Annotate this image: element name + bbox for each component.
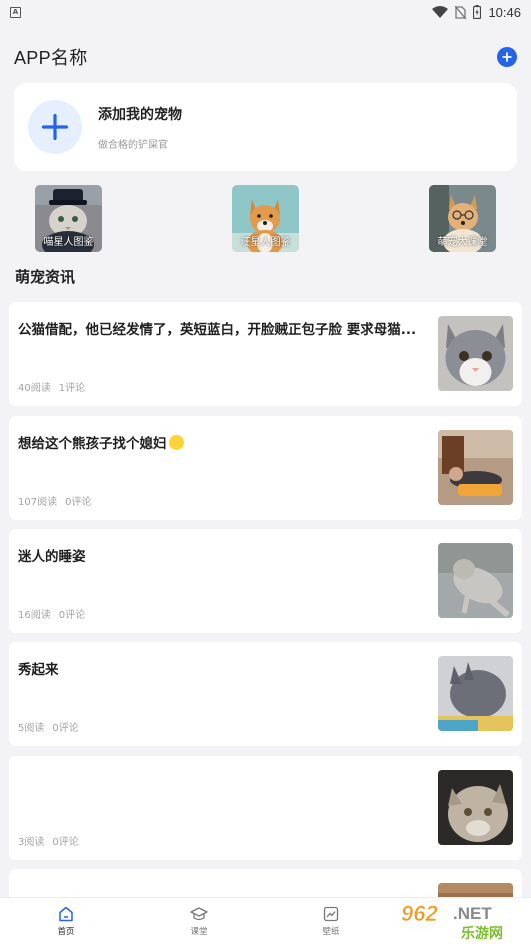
app-title: APP名称: [14, 48, 88, 68]
smiley-emoji-icon: [168, 435, 184, 450]
no-sim-icon: [455, 5, 467, 19]
category-dog-guide[interactable]: 汪星人图鉴: [232, 185, 299, 252]
news-title: 秀起来: [18, 662, 59, 678]
news-thumbnail: [438, 316, 513, 391]
category-cat-guide[interactable]: 喵星人图鉴: [35, 185, 102, 252]
svg-text:乐游网: 乐游网: [461, 925, 503, 942]
comment-count: 0评论: [52, 837, 79, 848]
news-item[interactable]: 秀起来 5阅读 0评论: [9, 642, 522, 746]
news-item[interactable]: 3阅读 0评论: [9, 756, 522, 860]
nav-home[interactable]: 首页: [36, 906, 96, 937]
news-thumbnail: [438, 770, 513, 845]
picture-icon: [323, 906, 339, 922]
comment-count: 0评论: [58, 610, 86, 621]
section-title: 萌宠资讯: [15, 268, 76, 286]
comment-count: 0评论: [65, 497, 92, 508]
nav-wallpaper-label: 壁纸: [322, 927, 340, 937]
news-meta: 5阅读 0评论: [18, 719, 79, 734]
news-thumbnail: [438, 430, 513, 505]
news-meta: 3阅读 0评论: [18, 833, 79, 848]
news-item[interactable]: 想给这个熊孩子找个媳妇 107阅读 0评论: [9, 416, 522, 520]
category-pet-class[interactable]: 萌宠大课堂: [429, 185, 496, 252]
nav-home-label: 首页: [57, 927, 75, 937]
news-meta: 107阅读 0评论: [18, 493, 91, 508]
category-label: 萌宠大课堂: [437, 237, 488, 248]
comment-count: 1评论: [58, 383, 86, 394]
add-pet-icon: [28, 100, 82, 154]
news-meta: 16阅读 0评论: [18, 606, 85, 621]
news-title: 迷人的睡姿: [18, 549, 86, 565]
svg-text:962: 962: [401, 901, 438, 926]
news-item[interactable]: 公猫借配，他已经发情了，英短蓝白，开脸贼正包子脸 要求母猫... 40阅读 1评论: [9, 302, 522, 406]
clock: 10:46: [488, 4, 521, 20]
graduation-cap-icon: [190, 907, 208, 921]
news-thumbnail: [438, 543, 513, 618]
news-title: 公猫借配，他已经发情了，英短蓝白，开脸贼正包子脸 要求母猫...: [18, 322, 417, 338]
news-item[interactable]: 迷人的睡姿 16阅读 0评论: [9, 529, 522, 633]
add-pet-title: 添加我的宠物: [98, 106, 182, 123]
category-label: 喵星人图鉴: [43, 237, 94, 248]
wifi-icon: [432, 6, 449, 18]
read-count: 5阅读: [18, 723, 45, 734]
plus-circle-icon[interactable]: [497, 47, 517, 67]
add-pet-card[interactable]: 添加我的宠物 做合格的铲屎官: [14, 83, 517, 171]
category-label: 汪星人图鉴: [240, 237, 291, 248]
read-count: 16阅读: [18, 610, 51, 621]
app-notification-icon: A: [10, 6, 21, 18]
battery-icon: [473, 5, 482, 19]
comment-count: 0评论: [52, 723, 79, 734]
svg-text:.NET: .NET: [453, 904, 492, 923]
nav-classroom[interactable]: 课堂: [169, 906, 229, 937]
read-count: 40阅读: [18, 383, 51, 394]
app-header: APP名称: [14, 42, 519, 72]
nav-wallpaper[interactable]: 壁纸: [301, 906, 361, 937]
read-count: 3阅读: [18, 837, 45, 848]
status-icons: 10:46: [432, 5, 521, 20]
read-count: 107阅读: [18, 497, 58, 508]
nav-classroom-label: 课堂: [190, 927, 208, 937]
news-title: 想给这个熊孩子找个媳妇: [18, 432, 432, 452]
status-bar: A 10:46: [0, 0, 531, 24]
home-icon: [59, 906, 73, 922]
news-meta: 40阅读 1评论: [18, 379, 85, 394]
site-watermark-logo: 962 .NET 乐游网: [393, 895, 531, 944]
add-pet-subtitle: 做合格的铲屎官: [98, 139, 168, 151]
news-thumbnail: [438, 656, 513, 731]
